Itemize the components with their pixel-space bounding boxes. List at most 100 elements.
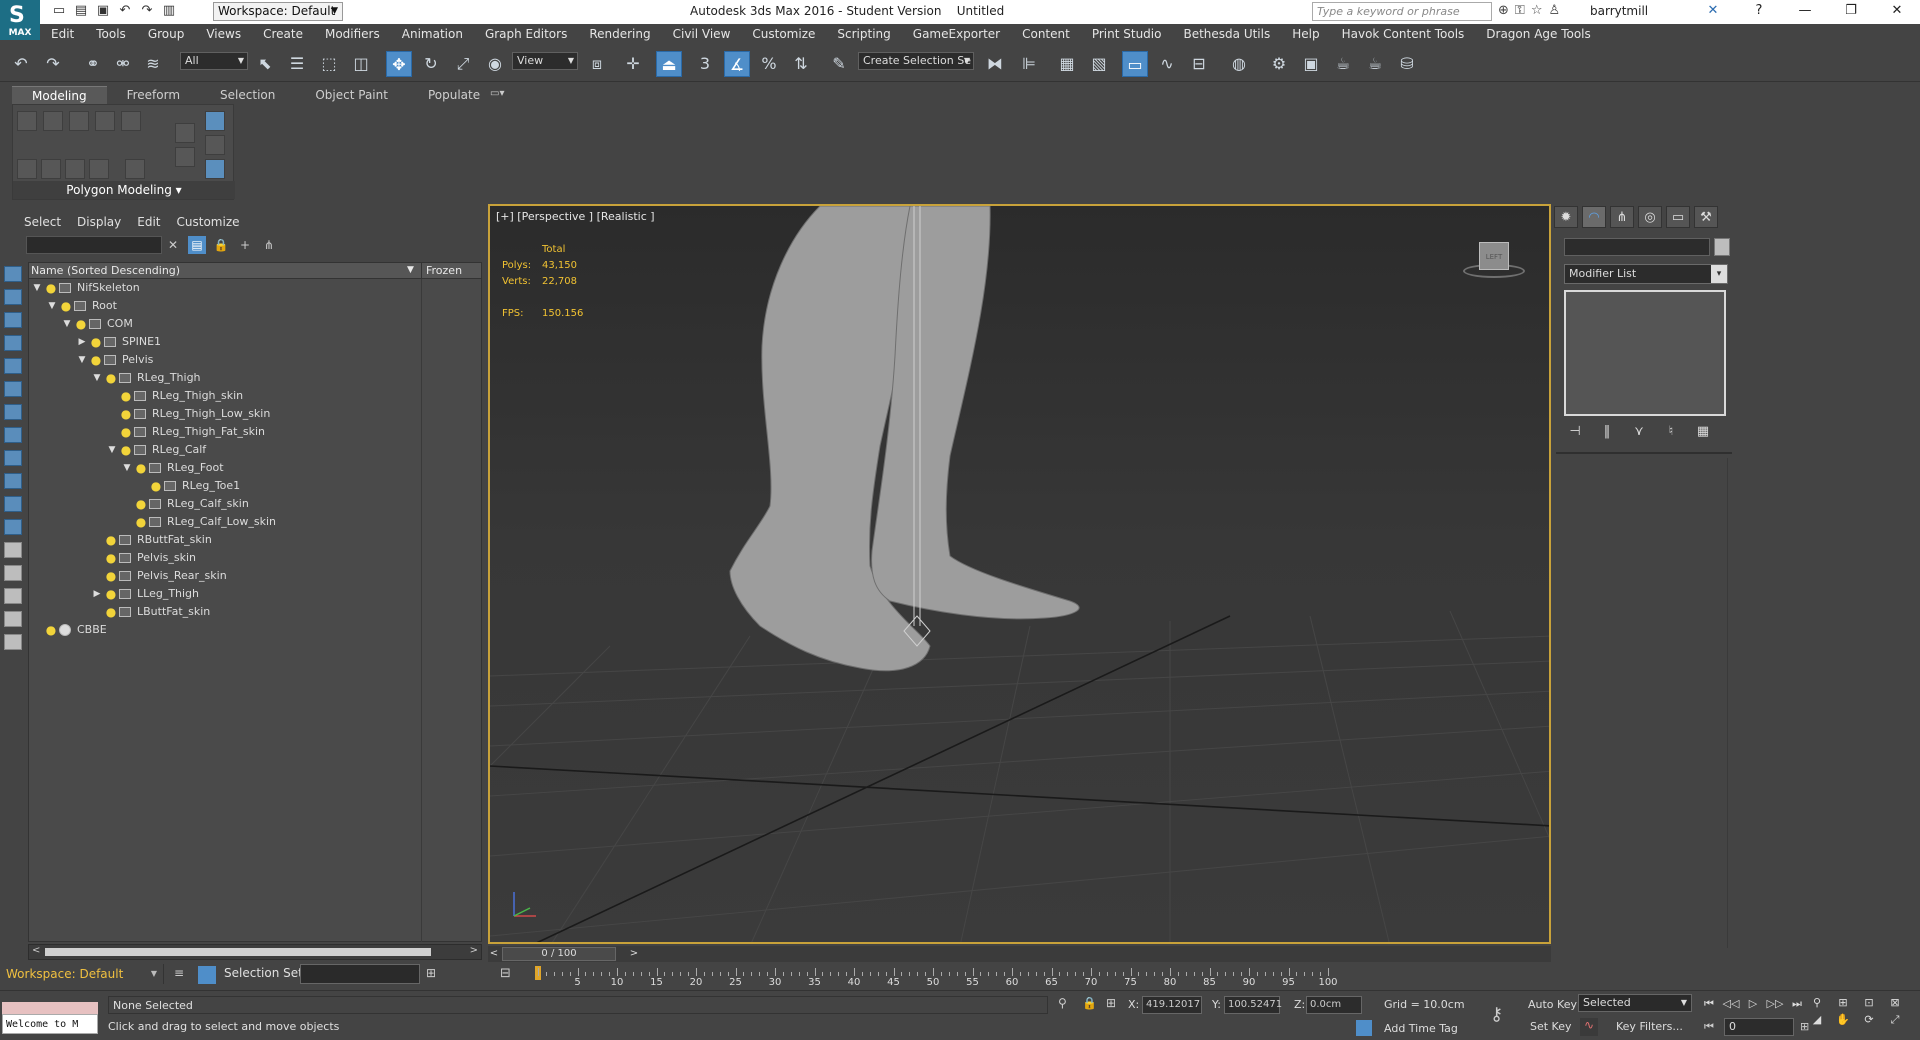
maximize-button[interactable]: ❐ <box>1828 0 1874 24</box>
edit-named-selection-icon[interactable]: ✎ <box>826 51 852 77</box>
display-groups-icon[interactable] <box>4 404 22 420</box>
pan-view-icon[interactable]: ✋ <box>1832 1013 1854 1027</box>
pin-stack-icon[interactable] <box>205 159 225 179</box>
tree-row[interactable]: ● CBBE <box>29 621 481 639</box>
modify-tab-icon[interactable]: ◠ <box>1582 206 1606 228</box>
undo-icon[interactable]: ↶ <box>116 3 134 19</box>
remove-modifier-icon[interactable]: ♮ <box>1662 424 1680 439</box>
minimize-button[interactable]: — <box>1782 0 1828 24</box>
menu-item-customize[interactable]: Customize <box>741 24 826 44</box>
y-coordinate-field[interactable]: 100.52471 <box>1224 996 1282 1014</box>
select-and-manipulate-icon[interactable]: ✛ <box>620 51 646 77</box>
menu-item-group[interactable]: Group <box>137 24 196 44</box>
collapse-icon[interactable]: ▼ <box>91 369 103 387</box>
tree-row[interactable]: ▼ ● COM <box>29 315 481 333</box>
key-mode-dropdown[interactable]: Selected ▼ <box>1578 994 1692 1012</box>
default-tangent-icon[interactable]: ∿ <box>1580 1018 1598 1036</box>
tree-row[interactable]: ● RLeg_Thigh_skin <box>29 387 481 405</box>
go-to-end-icon[interactable]: ⏭ <box>1788 996 1806 1012</box>
pin-stack-icon[interactable]: ⊣ <box>1566 424 1584 439</box>
close-button[interactable]: ✕ <box>1874 0 1920 24</box>
menu-item-civil-view[interactable]: Civil View <box>662 24 742 44</box>
polygon-modeling-panel-label[interactable]: Polygon Modeling ▾ <box>13 181 235 199</box>
selection-lock-icon[interactable]: 🔒 <box>1082 996 1097 1010</box>
scale-icon[interactable]: ⤢ <box>450 51 476 77</box>
tree-row[interactable]: ▼ ● RLeg_Foot <box>29 459 481 477</box>
time-slider-thumb[interactable]: 0 / 100 <box>502 947 616 961</box>
zoom-extents-all-icon[interactable]: ⊠ <box>1884 996 1906 1009</box>
window-crossing-icon[interactable]: ◫ <box>348 51 374 77</box>
visibility-bulb-icon[interactable]: ● <box>120 423 132 441</box>
orbit-icon[interactable]: ⟳ <box>1858 1013 1880 1027</box>
visibility-bulb-icon[interactable]: ● <box>90 351 102 369</box>
layers-icon[interactable]: ≡ <box>174 966 184 980</box>
binoculars-icon[interactable]: ⊕ <box>1498 3 1509 18</box>
lock-icon[interactable]: 🔒 <box>212 236 230 254</box>
scroll-left-icon[interactable]: < <box>32 945 40 956</box>
display-geometry-icon[interactable] <box>4 266 22 282</box>
visibility-bulb-icon[interactable]: ● <box>120 405 132 423</box>
menu-item-dragon-age-tools[interactable]: Dragon Age Tools <box>1475 24 1602 44</box>
x-coordinate-field[interactable]: 419.12017 <box>1142 996 1202 1014</box>
scroll-right-icon[interactable]: > <box>470 945 478 956</box>
selection-filter-dropdown[interactable]: All ▼ <box>180 52 248 70</box>
visibility-bulb-icon[interactable]: ● <box>105 585 117 603</box>
previous-frame-icon[interactable]: < <box>488 946 500 962</box>
collapse-icon[interactable]: ▼ <box>106 441 118 459</box>
selection-set-dropdown[interactable] <box>300 964 420 984</box>
edge-icon[interactable] <box>43 111 63 131</box>
menu-item-views[interactable]: Views <box>195 24 252 44</box>
menu-item-scripting[interactable]: Scripting <box>826 24 901 44</box>
vertex-icon[interactable] <box>17 111 37 131</box>
collapse-stack-icon[interactable] <box>125 159 145 179</box>
tree-row[interactable]: ▼ ● RLeg_Thigh <box>29 369 481 387</box>
display-tab-icon[interactable]: ▭ <box>1666 206 1690 228</box>
scene-explorer-toggle-icon[interactable] <box>198 966 216 984</box>
expand-icon[interactable]: ▶ <box>76 333 88 351</box>
tree-row[interactable]: ● RLeg_Thigh_Fat_skin <box>29 423 481 441</box>
tree-row[interactable]: ● LButtFat_skin <box>29 603 481 621</box>
spinner-snap-icon[interactable]: ⇅ <box>788 51 814 77</box>
clear-search-icon[interactable]: ✕ <box>164 236 182 254</box>
ribbon-tab-populate[interactable]: Populate <box>408 86 500 104</box>
explorer-menu-display[interactable]: Display <box>69 214 129 230</box>
next-modifier-icon[interactable] <box>205 135 225 155</box>
menu-item-tools[interactable]: Tools <box>85 24 137 44</box>
scene-explorer-icon[interactable]: ▧ <box>1086 51 1112 77</box>
rectangular-selection-icon[interactable]: ⬚ <box>316 51 342 77</box>
app-logo[interactable]: S MAX <box>0 0 40 40</box>
explorer-menu-edit[interactable]: Edit <box>129 214 168 230</box>
help-search-input[interactable]: Type a keyword or phrase <box>1312 2 1492 21</box>
select-object-icon[interactable]: ⬉ <box>252 51 278 77</box>
visibility-bulb-icon[interactable]: ● <box>75 315 87 333</box>
visibility-bulb-icon[interactable]: ● <box>60 297 72 315</box>
isolate-selection-icon[interactable]: ⚲ <box>1058 996 1067 1010</box>
preview-off-icon[interactable] <box>175 147 195 167</box>
bind-to-space-warp-icon[interactable]: ≋ <box>140 51 166 77</box>
zoom-all-icon[interactable]: ⊞ <box>1832 996 1854 1009</box>
redo-button[interactable]: ↷ <box>40 51 66 77</box>
filter-funnel-icon[interactable] <box>4 611 22 627</box>
visibility-bulb-icon[interactable]: ● <box>120 387 132 405</box>
utilities-tab-icon[interactable]: ⚒ <box>1694 206 1718 228</box>
tree-horizontal-scrollbar[interactable]: < > <box>28 944 482 960</box>
tree-row[interactable]: ● Pelvis_skin <box>29 549 481 567</box>
tree-row[interactable]: ▼ ● Pelvis <box>29 351 481 369</box>
new-file-icon[interactable]: ▭ <box>50 3 68 19</box>
render-iterative-icon[interactable]: ☕ <box>1362 51 1388 77</box>
polygon-icon[interactable] <box>95 111 115 131</box>
next-key-icon[interactable]: ▷▷ <box>1766 996 1784 1012</box>
absolute-mode-icon[interactable]: ⊞ <box>1106 996 1116 1010</box>
create-tab-icon[interactable]: ✹ <box>1554 206 1578 228</box>
render-setup-icon[interactable]: ⚙ <box>1266 51 1292 77</box>
ribbon-tab-selection[interactable]: Selection <box>200 86 295 104</box>
display-none-icon[interactable] <box>4 565 22 581</box>
schematic-view-icon[interactable]: ⊟ <box>1186 51 1212 77</box>
select-and-link-icon[interactable]: ⚭ <box>80 51 106 77</box>
collapse-icon[interactable]: ▼ <box>31 279 43 297</box>
save-icon[interactable]: ▣ <box>94 3 112 19</box>
visibility-bulb-icon[interactable]: ● <box>45 621 57 639</box>
viewport-label[interactable]: [+] [Perspective ] [Realistic ] <box>496 210 655 223</box>
menu-item-animation[interactable]: Animation <box>391 24 474 44</box>
workspace-dropdown[interactable]: Workspace: Default ▼ <box>213 2 343 21</box>
